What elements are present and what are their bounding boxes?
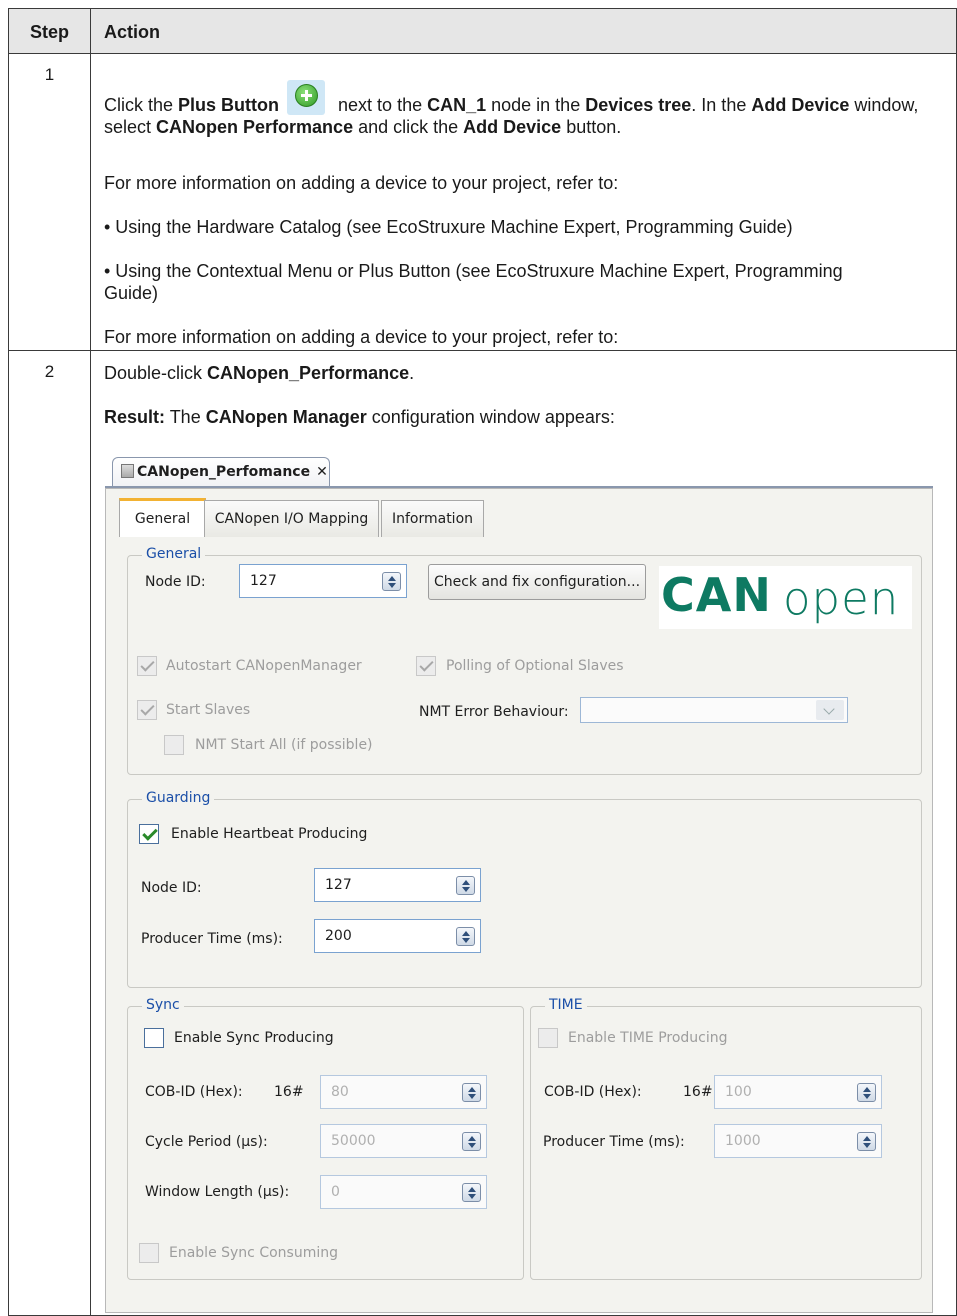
sync-cob-id-label: COB-ID (Hex):: [145, 1084, 243, 1100]
plus-button-icon: [287, 80, 326, 115]
autostart-label: Autostart CANopenManager: [166, 658, 362, 674]
spin-arrows-icon[interactable]: [382, 572, 401, 591]
spin-arrows-icon[interactable]: [462, 1083, 481, 1102]
nmt-error-label: NMT Error Behaviour:: [419, 704, 569, 720]
sync-cob-id-spinner[interactable]: 80: [320, 1075, 487, 1109]
cycle-period-label: Cycle Period (µs):: [145, 1134, 268, 1150]
enable-sync-consuming-checkbox[interactable]: [139, 1243, 159, 1263]
guarding-legend: Guarding: [142, 790, 215, 806]
polling-checkbox[interactable]: [416, 656, 436, 676]
info-paragraph: For more information on adding a device …: [104, 173, 619, 193]
instruction-paragraph: Double-click CANopen_Performance.: [104, 363, 415, 383]
producer-time-spinner[interactable]: 200: [314, 919, 481, 953]
producer-time-label: Producer Time (ms):: [141, 931, 283, 947]
enable-heartbeat-label: Enable Heartbeat Producing: [171, 826, 368, 842]
check-fix-configuration-button[interactable]: Check and fix configuration...: [428, 564, 646, 600]
general-legend: General: [142, 546, 206, 562]
step-number: 1: [8, 53, 91, 351]
start-slaves-label: Start Slaves: [166, 702, 251, 718]
close-icon[interactable]: ✕: [316, 464, 328, 480]
window-length-label: Window Length (µs):: [145, 1184, 290, 1200]
header-step: Step: [8, 8, 91, 54]
enable-sync-label: Enable Sync Producing: [174, 1030, 334, 1046]
time-cob-prefix: 16#: [683, 1084, 713, 1100]
canopen-manager-window: CANopen_Perfomance ✕ General CANopen I/O …: [105, 456, 933, 1313]
step-action-1: Click the Plus Button next to the CAN_1 …: [90, 53, 957, 351]
spin-arrows-icon[interactable]: [857, 1083, 876, 1102]
polling-label: Polling of Optional Slaves: [446, 658, 624, 674]
sync-legend: Sync: [142, 997, 184, 1013]
nmt-start-all-checkbox[interactable]: [164, 735, 184, 755]
enable-sync-checkbox[interactable]: [144, 1028, 164, 1048]
info-paragraph-2: For more information on adding a device …: [104, 327, 619, 347]
contextual-menu-bullet: • Using the Contextual Menu or Plus Butt…: [104, 261, 843, 303]
heartbeat-node-id-spinner[interactable]: 127: [314, 868, 481, 902]
time-legend: TIME: [545, 997, 587, 1013]
canopen-logo: CAN open: [659, 566, 912, 629]
sync-cob-prefix: 16#: [274, 1084, 304, 1100]
spin-arrows-icon[interactable]: [462, 1132, 481, 1151]
node-id-label: Node ID:: [145, 574, 206, 590]
spin-arrows-icon[interactable]: [857, 1132, 876, 1151]
spin-arrows-icon[interactable]: [456, 927, 475, 946]
enable-sync-consuming-label: Enable Sync Consuming: [169, 1245, 338, 1261]
time-producer-spinner[interactable]: 1000: [714, 1124, 882, 1158]
nmt-error-select[interactable]: [580, 697, 848, 723]
autostart-checkbox[interactable]: [137, 656, 157, 676]
time-producer-label: Producer Time (ms):: [543, 1134, 685, 1150]
enable-heartbeat-checkbox[interactable]: [139, 824, 159, 844]
cycle-period-spinner[interactable]: 50000: [320, 1124, 487, 1158]
document-tab[interactable]: CANopen_Perfomance ✕: [112, 457, 330, 486]
tab-general[interactable]: General: [119, 498, 206, 537]
heartbeat-node-id-label: Node ID:: [141, 880, 202, 896]
time-cob-id-label: COB-ID (Hex):: [544, 1084, 642, 1100]
tab-information[interactable]: Information: [381, 500, 484, 537]
instruction-paragraph: Click the Plus Button next to the CAN_1 …: [104, 80, 952, 138]
hardware-catalog-bullet: • Using the Hardware Catalog (see EcoStr…: [104, 217, 793, 237]
nmt-start-all-label: NMT Start All (if possible): [195, 737, 373, 753]
header-action: Action: [90, 8, 957, 54]
node-id-spinner[interactable]: 127: [239, 564, 407, 598]
chevron-down-icon[interactable]: [816, 700, 844, 720]
time-cob-id-spinner[interactable]: 100: [714, 1075, 882, 1109]
start-slaves-checkbox[interactable]: [137, 700, 157, 720]
spin-arrows-icon[interactable]: [462, 1183, 481, 1202]
enable-time-checkbox[interactable]: [538, 1028, 558, 1048]
result-paragraph: Result: The CANopen Manager configuratio…: [104, 407, 615, 427]
spin-arrows-icon[interactable]: [456, 876, 475, 895]
tab-canopen-io-mapping[interactable]: CANopen I/O Mapping: [204, 500, 379, 537]
device-icon: [121, 464, 134, 478]
step-number: 2: [8, 350, 91, 1316]
window-length-spinner[interactable]: 0: [320, 1175, 487, 1209]
enable-time-label: Enable TIME Producing: [568, 1030, 728, 1046]
